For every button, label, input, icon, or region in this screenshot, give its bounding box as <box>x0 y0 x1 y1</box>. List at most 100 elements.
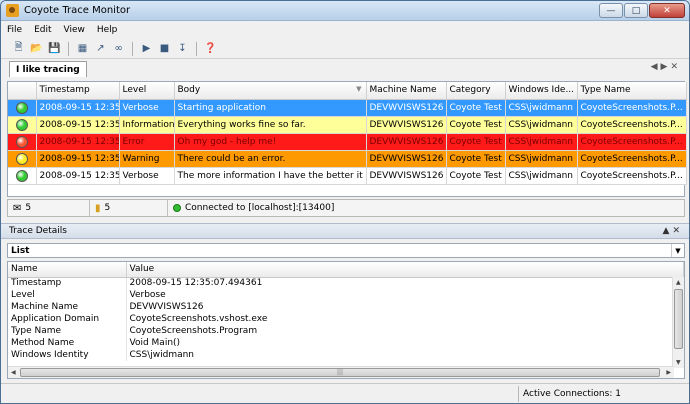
property-name: Machine Name <box>8 301 127 313</box>
save-icon[interactable]: 💾 <box>47 41 62 56</box>
trace-grid: Timestamp Level Body ▼ Machine Name Categ… <box>7 81 687 197</box>
maximize-button[interactable]: □ <box>624 3 648 18</box>
cell-timestamp: 2008-09-15 12:35... <box>36 116 120 134</box>
pin-close-icons[interactable]: ▲✕ <box>663 226 683 236</box>
view-mode-select[interactable]: List ▼ <box>7 243 685 258</box>
trace-properties-list: Name Value Timestamp 2008-09-15 12:35:07.… <box>7 261 685 379</box>
file-count: 5 <box>104 203 111 213</box>
title-bar[interactable]: Coyote Trace Monitor — □ ✕ <box>1 1 689 21</box>
cell-level: Information <box>119 116 175 134</box>
envelope-icon: ✉ <box>13 202 22 214</box>
table-row[interactable]: 2008-09-15 12:35...ErrorOh my god - help… <box>8 133 687 151</box>
column-header-windows-identity[interactable]: Windows Ide... <box>505 82 578 100</box>
open-folder-icon[interactable]: 📂 <box>29 41 44 56</box>
properties-icon[interactable]: ▦ <box>75 41 90 56</box>
cell-machine-name: DEVWVISWS126 <box>366 167 447 185</box>
menu-help[interactable]: Help <box>97 25 118 35</box>
cell-type-name: CoyoteScreenshots.P... <box>577 133 687 151</box>
property-name: Method Name <box>8 337 127 349</box>
cell-level: Verbose <box>119 99 175 117</box>
coyote-app-icon <box>6 4 19 17</box>
property-name: Type Name <box>8 325 127 337</box>
active-connections: Active Connections: 1 <box>518 385 621 402</box>
message-count: 5 <box>25 203 32 213</box>
toolbar-separator <box>196 41 197 56</box>
status-dot-icon <box>15 152 28 165</box>
properties-header: Name Value <box>8 262 684 278</box>
vertical-scroll-thumb[interactable] <box>674 289 683 349</box>
vertical-scrollbar[interactable]: ▲ ▼ <box>672 277 684 368</box>
cell-timestamp: 2008-09-15 12:35... <box>36 150 120 168</box>
column-header-machine-name[interactable]: Machine Name <box>366 82 447 100</box>
table-row[interactable]: 2008-09-15 12:35...WarningThere could be… <box>8 150 687 168</box>
menu-edit[interactable]: Edit <box>34 25 51 35</box>
export-icon[interactable]: ↗ <box>93 41 108 56</box>
scroll-up-arrow-icon[interactable]: ▲ <box>676 279 681 286</box>
horizontal-scroll-thumb[interactable]: ||| <box>20 368 660 377</box>
find-binoculars-icon[interactable]: ∞ <box>111 41 126 56</box>
table-row[interactable]: 2008-09-15 12:35...VerboseStarting appli… <box>8 99 687 117</box>
scroll-down-arrow-icon[interactable]: ▼ <box>676 359 681 366</box>
cell-category: Coyote Test <box>446 133 506 151</box>
message-count-segment: ✉ 5 <box>8 200 90 216</box>
help-icon[interactable]: ❓ <box>203 41 218 56</box>
table-row[interactable]: 2008-09-15 12:35...VerboseThe more infor… <box>8 167 687 185</box>
cell-machine-name: DEVWVISWS126 <box>366 99 447 117</box>
file-count-segment: ▮ 5 <box>90 200 168 216</box>
minimize-button[interactable]: — <box>599 3 623 18</box>
list-item[interactable]: Windows Identity CSS\jwidmann <box>8 349 684 361</box>
column-header-category[interactable]: Category <box>446 82 506 100</box>
list-item[interactable]: Application Domain CoyoteScreenshots.vsho… <box>8 313 684 325</box>
cell-body: Starting application <box>174 99 367 117</box>
menu-file[interactable]: File <box>7 25 22 35</box>
document-tab-strip: I like tracing ◀▶✕ <box>1 59 689 77</box>
list-item[interactable]: Method Name Void Main() <box>8 337 684 349</box>
scroll-down-icon[interactable]: ↧ <box>175 41 190 56</box>
close-button[interactable]: ✕ <box>649 3 685 18</box>
scroll-right-arrow-icon[interactable]: ▶ <box>666 369 671 376</box>
column-header-body-label: Body <box>177 85 201 96</box>
filter-dropdown-icon[interactable]: ▼ <box>356 85 361 93</box>
status-bar: Active Connections: 1 <box>1 383 689 403</box>
column-header-name[interactable]: Name <box>8 262 127 278</box>
property-value: CoyoteScreenshots.vshost.exe <box>126 313 684 325</box>
toolbar-separator <box>132 41 133 56</box>
cell-category: Coyote Test <box>446 99 506 117</box>
stop-icon[interactable]: ■ <box>157 41 172 56</box>
status-dot-icon <box>15 169 28 182</box>
list-item[interactable]: Type Name CoyoteScreenshots.Program <box>8 325 684 337</box>
file-icon: ▮ <box>95 202 101 214</box>
cell-machine-name: DEVWVISWS126 <box>366 150 447 168</box>
tab-i-like-tracing[interactable]: I like tracing <box>9 61 87 77</box>
property-value: 2008-09-15 12:35:07.494361 <box>126 277 684 289</box>
cell-level: Warning <box>119 150 175 168</box>
property-name: Timestamp <box>8 277 127 289</box>
column-header-type-name[interactable]: Type Name <box>577 82 687 100</box>
horizontal-scrollbar[interactable]: ◀ ||| ▶ <box>8 366 674 378</box>
level-indicator-cell <box>8 116 37 134</box>
list-item[interactable]: Timestamp 2008-09-15 12:35:07.494361 <box>8 277 684 289</box>
column-header-body[interactable]: Body ▼ <box>174 82 367 100</box>
status-dot-icon <box>15 135 28 148</box>
column-header-value[interactable]: Value <box>126 262 684 278</box>
play-icon[interactable]: ▶ <box>139 41 154 56</box>
cell-machine-name: DEVWVISWS126 <box>366 116 447 134</box>
menu-view[interactable]: View <box>64 25 85 35</box>
column-header-timestamp[interactable]: Timestamp <box>36 82 120 100</box>
list-item[interactable]: Machine Name DEVWVISWS126 <box>8 301 684 313</box>
table-row[interactable]: 2008-09-15 12:35...InformationEverything… <box>8 116 687 134</box>
cell-timestamp: 2008-09-15 12:35... <box>36 167 120 185</box>
column-header-level[interactable]: Level <box>119 82 175 100</box>
tab-scroll-close-icons[interactable]: ◀▶✕ <box>651 62 681 72</box>
chevron-down-icon[interactable]: ▼ <box>671 244 684 257</box>
trace-details-title: Trace Details <box>9 226 67 236</box>
scroll-left-arrow-icon[interactable]: ◀ <box>11 369 16 376</box>
cell-type-name: CoyoteScreenshots.P... <box>577 167 687 185</box>
window-controls: — □ ✕ <box>599 3 685 18</box>
cell-category: Coyote Test <box>446 116 506 134</box>
cell-body: There could be an error. <box>174 150 367 168</box>
column-header-indicator[interactable] <box>8 82 37 100</box>
list-item[interactable]: Level Verbose <box>8 289 684 301</box>
new-document-icon[interactable]: 🗎 <box>11 41 26 56</box>
property-value: DEVWVISWS126 <box>126 301 684 313</box>
